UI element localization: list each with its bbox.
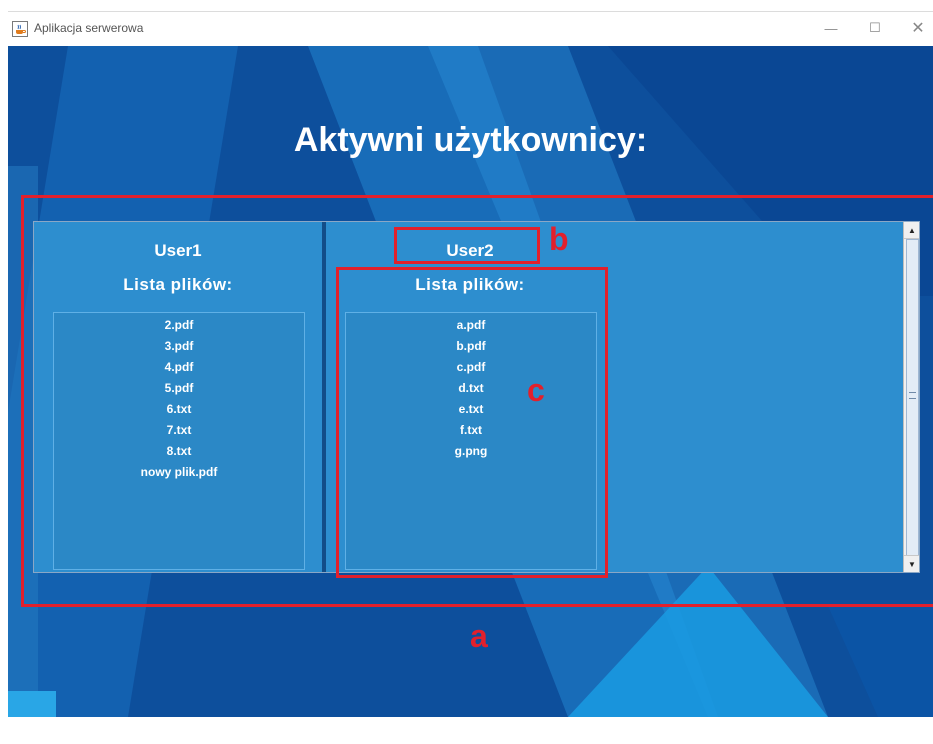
window-titlebar: Aplikacja serwerowa — ☐ ✕ [8, 11, 933, 46]
close-button[interactable]: ✕ [903, 17, 933, 39]
content-area: Aktywni użytkownicy: User1 Lista plików:… [8, 46, 933, 717]
java-cup-icon [12, 21, 28, 37]
annotation-label-a: a [470, 618, 488, 654]
annotation-label-b: b [549, 221, 569, 257]
minimize-button[interactable]: — [816, 17, 846, 39]
minimize-icon: — [824, 20, 838, 36]
annotation-label-c: c [527, 372, 545, 408]
annotation-box-b [394, 227, 540, 264]
maximize-button[interactable]: ☐ [860, 17, 890, 39]
close-icon: ✕ [911, 20, 925, 37]
window-title: Aplikacja serwerowa [34, 21, 144, 35]
page-title: Aktywni użytkownicy: [293, 121, 648, 159]
maximize-icon: ☐ [869, 20, 881, 35]
annotation-box-c [336, 267, 608, 578]
